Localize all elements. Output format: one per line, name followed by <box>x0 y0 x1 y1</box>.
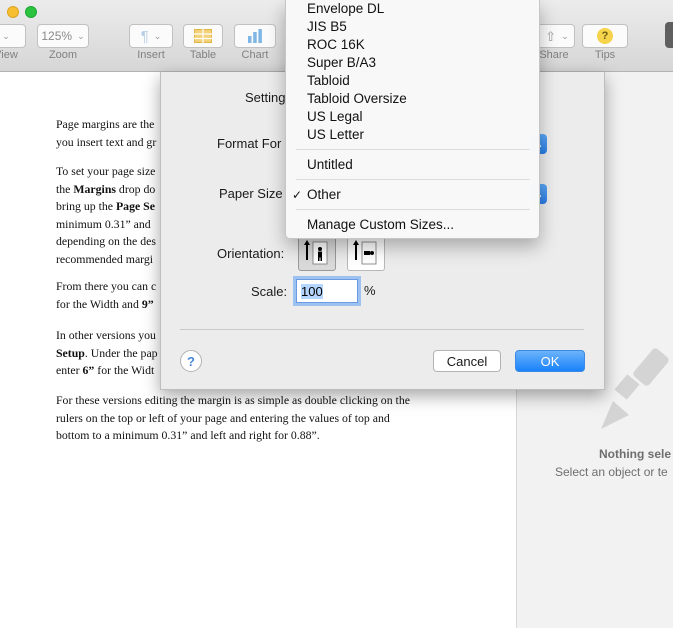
menu-item-us-letter[interactable]: US Letter <box>286 126 539 144</box>
zoom-label: Zoom <box>48 49 78 61</box>
scale-label: Scale: <box>251 284 288 299</box>
tips-icon: ? <box>597 28 613 44</box>
format-inspector-button[interactable] <box>665 22 673 48</box>
view-button[interactable]: ⌄ <box>0 24 26 48</box>
text-line: rulers on the top or left of your page a… <box>56 410 390 425</box>
zoom-window-button[interactable] <box>25 6 37 18</box>
paper-size-label: Paper Size <box>219 186 283 201</box>
paintbrush-icon <box>601 348 669 429</box>
chart-icon <box>248 29 262 43</box>
insert-button[interactable]: ¶ ⌄ <box>129 24 173 48</box>
help-button[interactable]: ? <box>180 350 202 372</box>
share-button[interactable]: ⇧ ⌄ <box>540 24 575 48</box>
divider <box>180 329 584 330</box>
scale-value: 100 <box>301 283 323 299</box>
tips-button[interactable]: ? <box>582 24 628 48</box>
minimize-window-button[interactable] <box>7 6 19 18</box>
view-label: View <box>0 49 18 61</box>
chevron-down-icon: ⌄ <box>561 30 569 41</box>
chart-button[interactable] <box>234 24 276 48</box>
tips-label: Tips <box>594 49 616 61</box>
scale-unit: % <box>364 283 376 298</box>
share-icon: ⇧ <box>545 28 557 44</box>
menu-item-tabloid-oversize[interactable]: Tabloid Oversize <box>286 90 539 108</box>
cancel-button[interactable]: Cancel <box>433 350 501 372</box>
chart-label: Chart <box>241 49 269 61</box>
chevron-down-icon: ⌄ <box>153 30 162 41</box>
zoom-select[interactable]: 125% ⌄ <box>37 24 89 48</box>
chevron-down-icon: ⌄ <box>2 30 10 41</box>
menu-item-tabloid[interactable]: Tabloid <box>286 72 539 90</box>
menu-item-untitled[interactable]: Untitled <box>286 156 539 174</box>
insert-label: Insert <box>137 49 165 61</box>
menu-item-roc-16k[interactable]: ROC 16K <box>286 36 539 54</box>
menu-item-us-legal[interactable]: US Legal <box>286 108 539 126</box>
table-button[interactable] <box>183 24 223 48</box>
inspector-subtitle: Select an object or te <box>555 465 668 479</box>
settings-label: Setting <box>245 90 286 105</box>
ok-button[interactable]: OK <box>515 350 585 372</box>
zoom-value: 125% <box>41 29 73 43</box>
paragraph: For these versions editing the margin is… <box>56 392 446 445</box>
paper-size-menu: Envelope DL JIS B5 ROC 16K Super B/A3 Ta… <box>285 0 540 239</box>
menu-item-label: Other <box>307 187 341 202</box>
chevron-down-icon: ⌄ <box>77 30 85 41</box>
share-label: Share <box>539 49 569 61</box>
checkmark-icon: ✓ <box>292 188 303 202</box>
menu-separator <box>296 149 530 150</box>
menu-item-manage-custom-sizes[interactable]: Manage Custom Sizes... <box>286 216 539 234</box>
pilcrow-icon: ¶ <box>140 27 149 45</box>
orientation-label: Orientation: <box>217 246 285 261</box>
text-line: bottom to a minimum 0.31” and left and r… <box>56 428 320 443</box>
menu-item-other[interactable]: ✓ Other <box>286 186 539 204</box>
scale-input[interactable]: 100 <box>296 279 358 303</box>
table-icon <box>194 29 212 43</box>
menu-separator <box>296 179 530 180</box>
menu-separator <box>296 209 530 210</box>
text-line: For these versions editing the margin is… <box>56 393 410 407</box>
landscape-orientation-icon <box>353 240 377 265</box>
menu-item-jis-b5[interactable]: JIS B5 <box>286 18 539 36</box>
inspector-title: Nothing sele <box>599 447 672 461</box>
menu-item-envelope-dl[interactable]: Envelope DL <box>286 0 539 18</box>
table-label: Table <box>189 49 217 61</box>
menu-item-super-b-a3[interactable]: Super B/A3 <box>286 54 539 72</box>
format-for-label: Format For <box>217 136 282 151</box>
portrait-orientation-icon <box>304 240 328 265</box>
